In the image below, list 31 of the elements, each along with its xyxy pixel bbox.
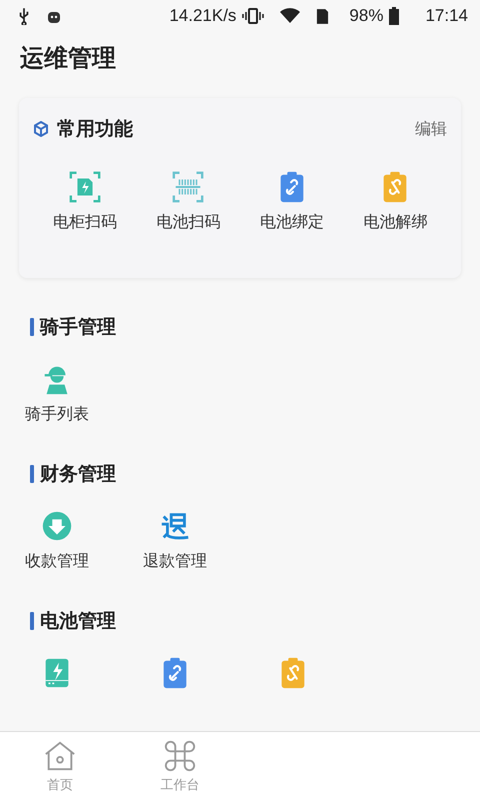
function-label[interactable]: 电池扫码 [156, 212, 220, 233]
page-title: 运维管理 [20, 43, 117, 74]
function-label[interactable]: 退款管理 [143, 551, 207, 572]
function-label[interactable]: 电柜扫码 [52, 212, 117, 233]
section-title: 财务管理 [40, 462, 116, 487]
function-label[interactable]: 电池绑定 [260, 212, 324, 233]
network-speed: 14.21K/s [169, 6, 236, 26]
vibrate-icon [242, 8, 264, 24]
battery-percent: 98% [349, 6, 384, 26]
cabinet-scan-icon [68, 170, 102, 204]
accent-bar [30, 465, 34, 483]
accent-bar [30, 318, 34, 336]
function-label[interactable]: 骑手列表 [25, 404, 89, 425]
barcode-scan-icon [171, 170, 206, 204]
nav-label: 首页 [47, 776, 73, 794]
section-title: 骑手管理 [40, 315, 116, 340]
function-label[interactable]: 收款管理 [25, 551, 89, 572]
accent-bar [30, 612, 34, 630]
sim-icon [316, 8, 330, 24]
edit-link[interactable]: 编辑 [415, 118, 447, 140]
usb-icon [18, 7, 30, 25]
section-title: 电池管理 [40, 609, 116, 634]
nav-label: 工作台 [160, 776, 200, 794]
command-key-icon [163, 738, 197, 772]
cube-icon [33, 121, 49, 137]
clock: 17:14 [425, 6, 468, 26]
card-title: 常用功能 [57, 117, 133, 142]
wifi-icon [280, 8, 300, 24]
function-label[interactable]: 电池解绑 [363, 212, 428, 233]
download-coin-icon [40, 509, 74, 543]
battery-icon [389, 7, 400, 25]
